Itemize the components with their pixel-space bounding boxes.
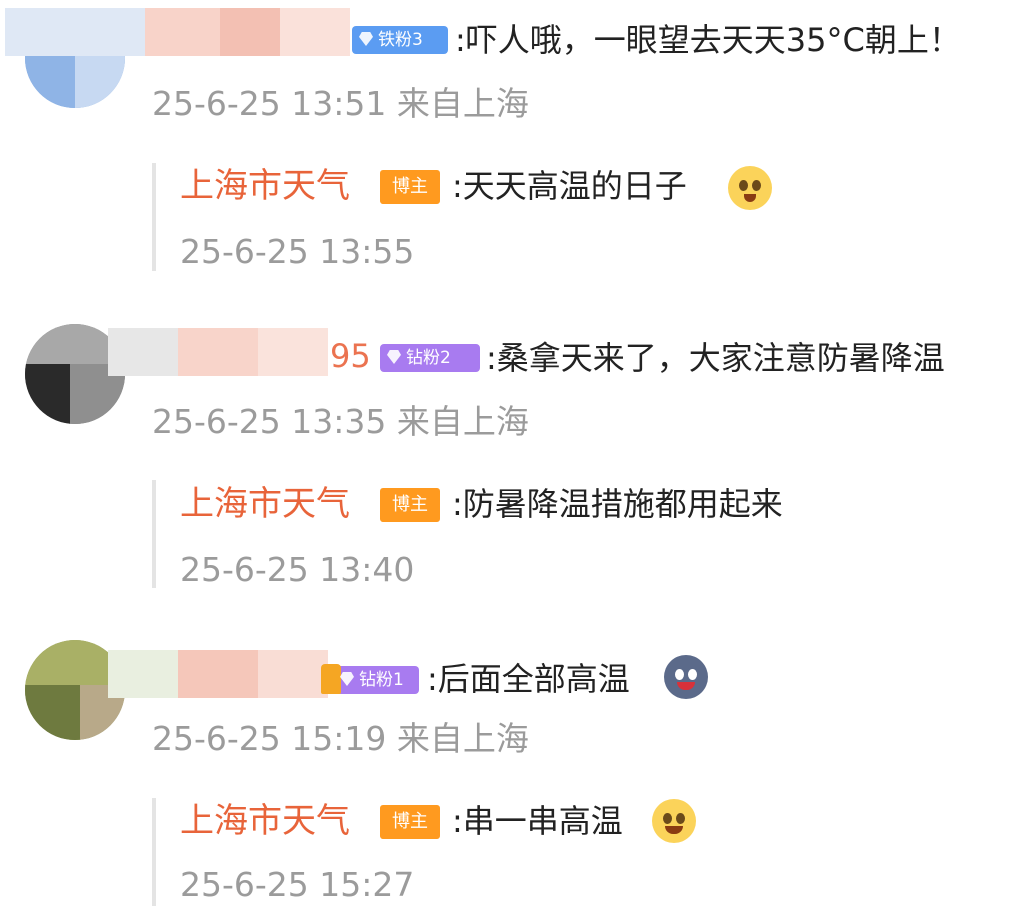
host-badge: 博主 xyxy=(380,170,440,204)
username-blurred[interactable] xyxy=(108,328,328,376)
username-tail[interactable]: 95 xyxy=(330,336,371,376)
comment-text: :后面全部高温 xyxy=(427,660,630,698)
comment-item: 95 钻粉2 :桑拿天来了，大家注意防暑降温 25-6-25 13:35 来自上… xyxy=(0,300,1029,600)
fan-badge-label: 钻粉1 xyxy=(359,670,404,690)
fan-badge-label: 铁粉3 xyxy=(378,30,423,50)
comment-item: 钻粉1 :后面全部高温 25-6-25 15:19 来自上海 上海市天气 博主 … xyxy=(0,615,1029,912)
comment-text: :吓人哦，一眼望去天天35°C朝上！ xyxy=(455,21,961,59)
comment-text: :桑拿天来了，大家注意防暑降温 xyxy=(486,339,945,377)
reply-text: :防暑降温措施都用起来 xyxy=(452,485,783,523)
reply-meta: 25-6-25 15:27 xyxy=(180,865,415,904)
username-blurred[interactable] xyxy=(5,8,350,56)
reply-meta: 25-6-25 13:55 xyxy=(180,232,415,271)
smiling-face-emoji-icon xyxy=(652,799,696,843)
fan-badge[interactable]: 钻粉1 xyxy=(321,664,419,694)
fan-badge-label: 钻粉2 xyxy=(406,348,451,368)
reply-divider xyxy=(152,163,156,271)
reply-text: :天天高温的日子 xyxy=(452,167,687,205)
fan-badge[interactable]: 铁粉3 xyxy=(352,26,448,54)
crown-icon xyxy=(321,664,341,694)
diamond-icon xyxy=(359,32,373,46)
comment-meta: 25-6-25 13:35 来自上海 xyxy=(152,402,529,441)
host-badge: 博主 xyxy=(380,488,440,522)
reply-author[interactable]: 上海市天气 xyxy=(180,801,350,841)
diamond-icon xyxy=(340,672,354,686)
reply-text: :串一串高温 xyxy=(452,802,623,840)
comment-meta: 25-6-25 15:19 来自上海 xyxy=(152,719,529,758)
reply-author[interactable]: 上海市天气 xyxy=(180,484,350,524)
fan-badge[interactable]: 钻粉2 xyxy=(380,344,480,372)
hot-face-emoji-icon xyxy=(664,655,708,699)
diamond-icon xyxy=(387,350,401,364)
reply-divider xyxy=(152,480,156,588)
username-blurred[interactable] xyxy=(108,650,328,698)
reply-divider xyxy=(152,798,156,906)
comment-item: 铁粉3 :吓人哦，一眼望去天天35°C朝上！ 25-6-25 13:51 来自上… xyxy=(0,0,1029,290)
comment-meta: 25-6-25 13:51 来自上海 xyxy=(152,84,529,123)
pray-hands-emoji-icon xyxy=(728,166,772,210)
host-badge: 博主 xyxy=(380,805,440,839)
reply-author[interactable]: 上海市天气 xyxy=(180,166,350,206)
reply-meta: 25-6-25 13:40 xyxy=(180,550,415,589)
